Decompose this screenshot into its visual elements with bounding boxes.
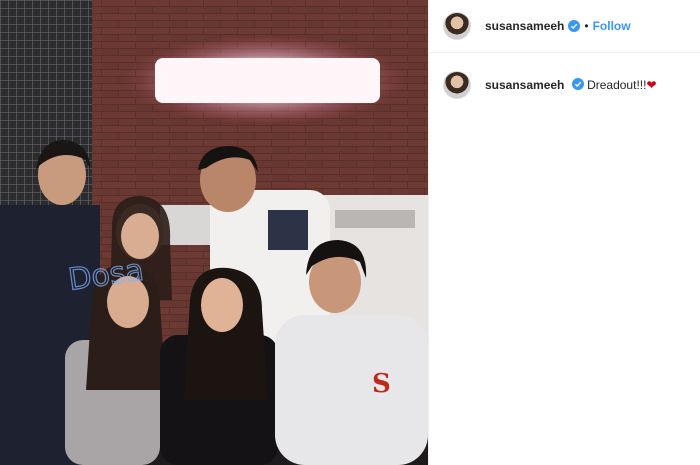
caption-text: Dreadout!!! [587, 78, 647, 92]
header-separator: • [584, 19, 589, 33]
caption: susansameeh Dreadout!!!❤ [485, 78, 657, 92]
caption-row: susansameeh Dreadout!!!❤ [429, 53, 700, 99]
verified-badge-icon [568, 20, 581, 32]
verified-badge-icon [571, 78, 584, 90]
caption-avatar[interactable] [443, 71, 471, 99]
post-image[interactable]: S Dosa [0, 0, 428, 465]
caption-username[interactable]: susansameeh [485, 78, 564, 92]
post-photo: S Dosa [0, 0, 428, 465]
post-header: susansameeh • Follow [429, 0, 700, 53]
heart-emoji-icon: ❤ [646, 78, 657, 92]
follow-button[interactable]: Follow [593, 19, 631, 33]
post-side-panel: susansameeh • Follow susansameeh Dreadou… [428, 0, 700, 465]
header-username[interactable]: susansameeh [485, 19, 564, 33]
avatar[interactable] [443, 12, 471, 40]
svg-text:S: S [372, 369, 391, 399]
